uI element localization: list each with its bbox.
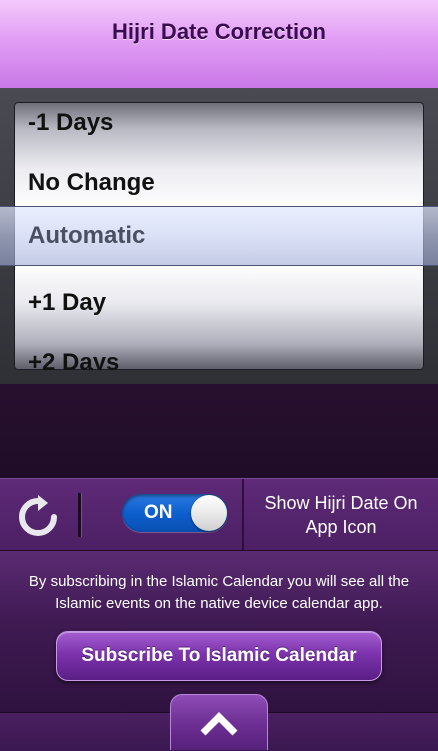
divider (78, 493, 82, 537)
show-hijri-toggle[interactable]: ON (122, 494, 228, 532)
refresh-icon (19, 495, 57, 536)
controls-right-panel: Show Hijri Date On App Icon (244, 479, 438, 551)
toggle-state-label: ON (144, 502, 173, 523)
header-bar: Hijri Date Correction (0, 0, 438, 89)
subscribe-button-label: Subscribe To Islamic Calendar (81, 645, 357, 666)
subscribe-button[interactable]: Subscribe To Islamic Calendar (56, 631, 382, 681)
picker-option[interactable]: -1 Days (28, 103, 113, 143)
picker-selected-option[interactable]: Automatic (28, 216, 145, 256)
show-hijri-label: Show Hijri Date On App Icon (264, 493, 418, 537)
collapse-up-button[interactable] (170, 694, 268, 750)
subscribe-section: By subscribing in the Islamic Calendar y… (0, 550, 438, 713)
toggle-knob[interactable] (191, 495, 227, 531)
page-title: Hijri Date Correction (112, 19, 326, 44)
picker-option[interactable]: +2 Days (28, 343, 119, 370)
chevron-up-icon (200, 711, 238, 735)
subscribe-description: By subscribing in the Islamic Calendar y… (28, 573, 410, 612)
controls-left-panel: ON (0, 479, 244, 551)
refresh-button[interactable] (16, 495, 60, 539)
picker-option[interactable]: No Change (28, 163, 155, 203)
controls-row: ON Show Hijri Date On App Icon (0, 478, 438, 551)
spacer-panel (0, 384, 438, 478)
picker-selection-highlight[interactable]: Automatic (0, 206, 438, 266)
picker-option[interactable]: +1 Day (28, 283, 106, 323)
